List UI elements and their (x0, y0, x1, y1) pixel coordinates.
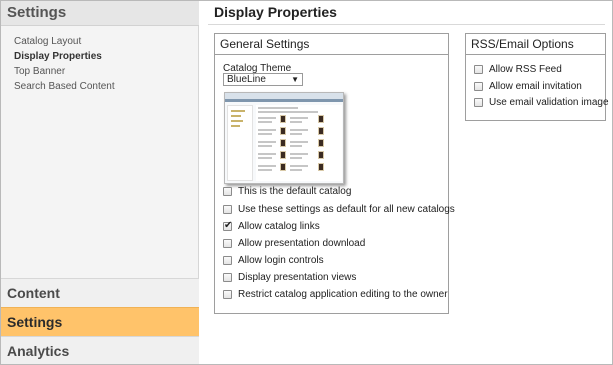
sidebar-item-top-banner[interactable]: Top Banner (14, 65, 115, 80)
rss-email-options-panel: RSS/Email Options Allow RSS Feed Allow e… (465, 33, 609, 121)
checkbox-default-catalog[interactable] (223, 187, 232, 196)
sidebar-header-label: Settings (7, 4, 67, 21)
nav-content-label: Content (7, 285, 60, 301)
checkbox-email-validation-image[interactable] (474, 98, 483, 107)
option-label: Use email validation image (489, 97, 609, 108)
checkbox-restrict-editing-to-owner[interactable] (223, 290, 232, 299)
checkbox-display-presentation-views[interactable] (223, 273, 232, 282)
chevron-down-icon: ▼ (291, 75, 299, 84)
nav-analytics[interactable]: Analytics (1, 336, 199, 364)
general-settings-title: General Settings (220, 37, 310, 51)
sidebar-item-display-properties[interactable]: Display Properties (14, 50, 115, 65)
general-settings-panel: General Settings Catalog Theme BlueLine … (214, 33, 455, 314)
option-label: Allow presentation download (238, 238, 366, 249)
sidebar-menu: Catalog Layout Display Properties Top Ba… (14, 35, 115, 95)
page-title: Display Properties (214, 4, 337, 20)
option-label: Allow login controls (238, 255, 324, 266)
nav-content[interactable]: Content (1, 278, 199, 307)
option-label: Use these settings as default for all ne… (238, 204, 455, 215)
option-label: Display presentation views (238, 272, 357, 283)
option-label: Allow RSS Feed (489, 64, 562, 75)
nav-analytics-label: Analytics (7, 343, 70, 359)
theme-preview-thumbnail (224, 92, 344, 184)
checkbox-allow-presentation-download[interactable] (223, 239, 232, 248)
title-divider (208, 24, 605, 25)
checkbox-default-for-new-catalogs[interactable] (223, 205, 232, 214)
option-label: This is the default catalog (238, 186, 352, 197)
sidebar-item-search-based-content[interactable]: Search Based Content (14, 80, 115, 95)
sidebar-item-catalog-layout[interactable]: Catalog Layout (14, 35, 115, 50)
nav-settings-label: Settings (7, 314, 63, 330)
catalog-theme-select[interactable]: BlueLine ▼ (223, 73, 303, 86)
sidebar-header: Settings (1, 1, 199, 26)
panel-divider (466, 54, 605, 55)
check-icon: ✔ (224, 220, 233, 231)
checkbox-allow-login-controls[interactable] (223, 256, 232, 265)
checkbox-allow-email-invitation[interactable] (474, 82, 483, 91)
checkbox-allow-catalog-links[interactable]: ✔ (223, 220, 233, 231)
nav-settings[interactable]: Settings (1, 307, 199, 336)
option-label: Allow catalog links (238, 221, 320, 232)
option-label: Allow email invitation (489, 81, 582, 92)
checkbox-allow-rss-feed[interactable] (474, 65, 483, 74)
catalog-theme-value: BlueLine (227, 74, 266, 85)
option-label: Restrict catalog application editing to … (238, 289, 448, 300)
sidebar: Settings Catalog Layout Display Properti… (1, 1, 199, 364)
panel-divider (215, 54, 448, 55)
rss-email-options-title: RSS/Email Options (471, 37, 574, 51)
